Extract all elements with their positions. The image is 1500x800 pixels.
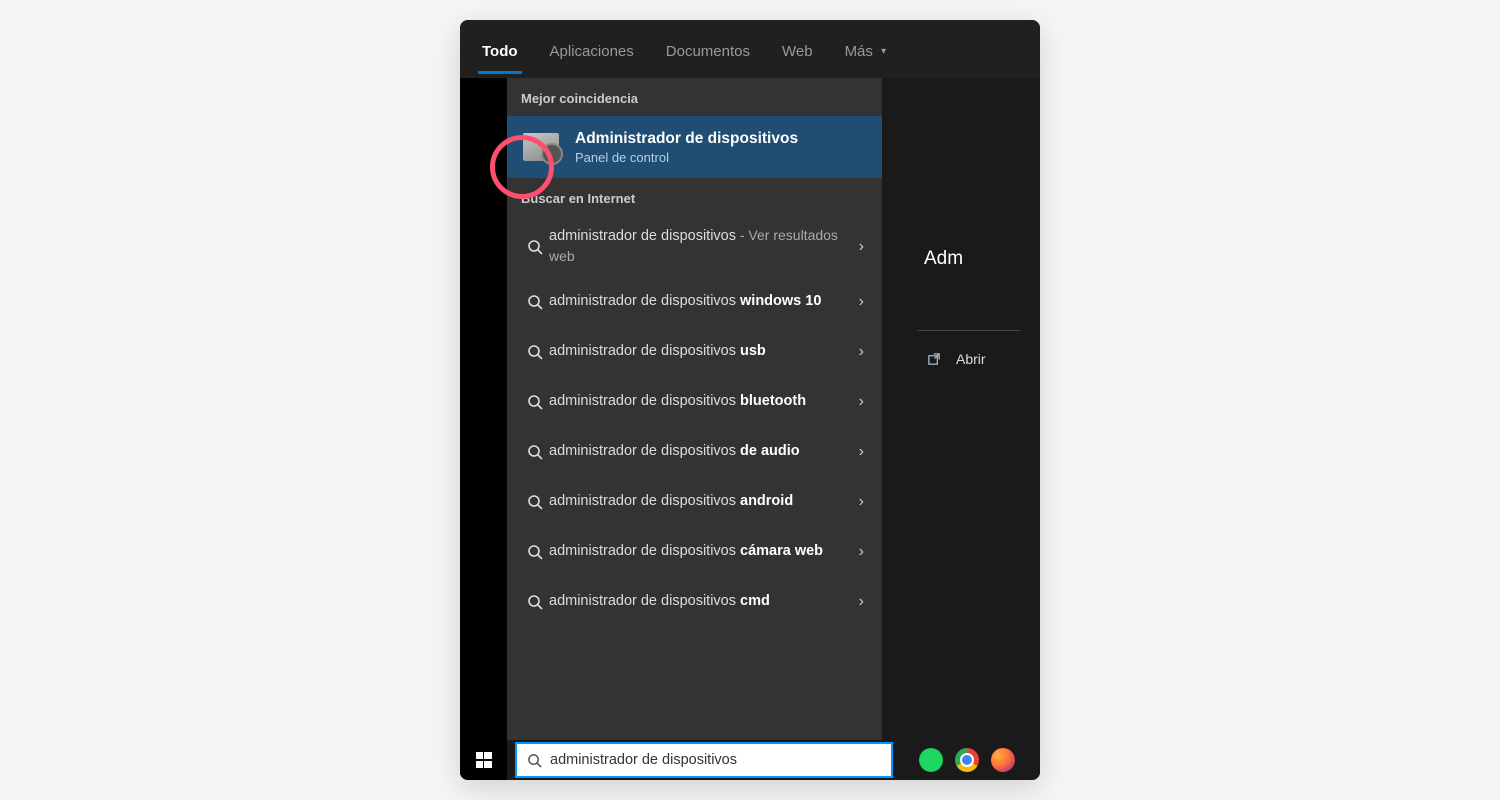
best-match-title: Administrador de dispositivos [575,130,868,148]
tab-web[interactable]: Web [780,25,815,74]
taskbar-tray [919,748,1015,772]
search-icon [521,344,549,360]
search-web-header: Buscar en Internet [507,178,882,216]
best-match-header: Mejor coincidencia [507,78,882,116]
best-match-result[interactable]: Administrador de dispositivos Panel de c… [507,116,882,178]
tab-more[interactable]: Más ▾ [843,25,889,74]
firefox-icon[interactable] [991,748,1015,772]
chevron-right-icon[interactable]: › [853,393,870,411]
chevron-right-icon[interactable]: › [853,493,870,511]
caret-down-icon: ▾ [881,46,886,57]
search-input[interactable] [550,752,881,768]
preview-pane: Adm Abrir [882,78,1040,740]
search-icon [521,544,549,560]
suggestion-text: administrador de dispositivos bluetooth [549,392,853,412]
results-column: Mejor coincidencia Administrador de disp… [507,78,882,740]
tab-apps[interactable]: Aplicaciones [548,25,636,74]
web-suggestion[interactable]: administrador de dispositivos de audio› [507,427,882,477]
suggestion-text: administrador de dispositivos de audio [549,442,853,462]
taskbar-search[interactable] [515,742,893,778]
spotify-icon[interactable] [919,748,943,772]
open-icon [927,352,942,367]
web-suggestion[interactable]: administrador de dispositivos android› [507,477,882,527]
chevron-right-icon[interactable]: › [853,238,870,256]
tab-more-label: Más [845,43,873,60]
tab-documents[interactable]: Documentos [664,25,752,74]
web-suggestion[interactable]: administrador de dispositivos cámara web… [507,527,882,577]
search-icon [521,444,549,460]
suggestion-text: administrador de dispositivos usb [549,342,853,362]
chevron-right-icon[interactable]: › [853,293,870,311]
windows-icon [476,752,492,768]
web-suggestion[interactable]: administrador de dispositivos windows 10… [507,277,882,327]
web-suggestion[interactable]: administrador de dispositivos cmd› [507,577,882,627]
suggestion-text: administrador de dispositivos cámara web [549,542,853,562]
left-gutter [460,78,507,740]
web-suggestions: administrador de dispositivos - Ver resu… [507,216,882,740]
filter-tabs: Todo Aplicaciones Documentos Web Más ▾ [460,20,1040,78]
chevron-right-icon[interactable]: › [853,543,870,561]
chrome-icon[interactable] [955,748,979,772]
suggestion-text: administrador de dispositivos windows 10 [549,292,853,312]
start-button[interactable] [460,740,507,780]
search-icon [521,494,549,510]
search-icon [521,294,549,310]
web-suggestion[interactable]: administrador de dispositivos usb› [507,327,882,377]
search-icon [521,239,549,255]
suggestion-text: administrador de dispositivos cmd [549,592,853,612]
suggestion-text: administrador de dispositivos - Ver resu… [549,226,853,267]
chevron-right-icon[interactable]: › [853,593,870,611]
web-suggestion[interactable]: administrador de dispositivos bluetooth› [507,377,882,427]
search-body: Mejor coincidencia Administrador de disp… [460,78,1040,740]
open-action[interactable]: Abrir [882,331,1040,367]
open-label: Abrir [956,351,986,367]
search-icon [521,594,549,610]
taskbar [460,740,1040,780]
start-search-window: Todo Aplicaciones Documentos Web Más ▾ M… [460,20,1040,780]
tab-all[interactable]: Todo [480,25,520,74]
suggestion-text: administrador de dispositivos android [549,492,853,512]
chevron-right-icon[interactable]: › [853,443,870,461]
search-icon [527,753,542,768]
device-manager-icon [521,127,561,167]
search-icon [521,394,549,410]
chevron-right-icon[interactable]: › [853,343,870,361]
preview-title: Adm [882,78,1040,270]
best-match-subtitle: Panel de control [575,150,868,165]
web-suggestion[interactable]: administrador de dispositivos - Ver resu… [507,216,882,277]
